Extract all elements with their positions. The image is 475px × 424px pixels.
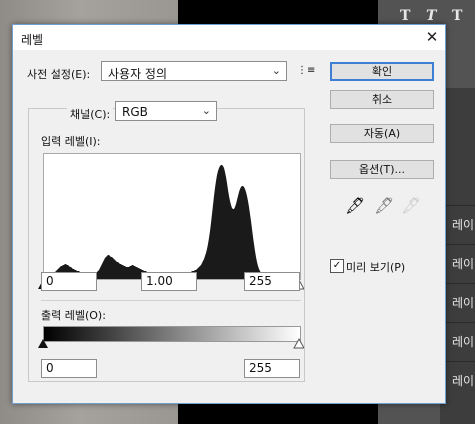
channel-label: 채널(C): [67, 106, 114, 122]
title-bar[interactable]: 레벨 ✕ [13, 25, 445, 50]
preview-label[interactable]: 미리 보기(P) [346, 259, 405, 275]
divider [41, 300, 301, 301]
ok-button[interactable]: 확인 [330, 62, 434, 81]
black-eyedropper-icon[interactable]: 🖋 [345, 196, 365, 215]
output-white-field[interactable]: 255 [244, 359, 300, 378]
options-button[interactable]: 옵션(T)... [330, 160, 434, 179]
preset-label: 사전 설정(E): [27, 68, 91, 81]
chevron-down-icon: ⌄ [201, 104, 211, 117]
text-tool-icon[interactable]: T [400, 8, 410, 24]
preset-value: 사용자 정의 [108, 67, 168, 81]
preset-select[interactable]: 사용자 정의 ⌄ [101, 61, 287, 81]
channel-select[interactable]: RGB ⌄ [115, 101, 217, 121]
input-white-field[interactable]: 255 [244, 272, 300, 291]
histogram-graph [44, 165, 305, 279]
output-slider-track [38, 338, 304, 349]
preview-checkbox[interactable]: ✓ [330, 259, 344, 273]
text-style-icon[interactable]: T [452, 8, 462, 24]
input-levels-label: 입력 레벨(I): [41, 135, 101, 148]
histogram [43, 153, 305, 280]
gray-eyedropper-icon[interactable]: 🖋 [374, 196, 394, 215]
chevron-down-icon: ⌄ [271, 64, 281, 77]
cancel-button[interactable]: 취소 [330, 90, 434, 109]
italic-text-icon[interactable]: T [426, 8, 436, 24]
preset-menu-icon[interactable]: ⋮≡ [297, 65, 315, 76]
input-black-field[interactable]: 0 [41, 272, 97, 291]
input-gamma-field[interactable]: 1.00 [141, 272, 197, 291]
close-icon[interactable]: ✕ [421, 26, 443, 48]
output-black-slider[interactable] [38, 339, 48, 348]
output-black-field[interactable]: 0 [41, 359, 97, 378]
dialog-title: 레벨 [21, 33, 44, 47]
output-levels-label: 출력 레벨(O): [41, 309, 106, 322]
output-white-slider[interactable] [293, 338, 304, 349]
white-eyedropper-icon[interactable]: 🖋 [401, 196, 421, 215]
levels-dialog: 레벨 ✕ 사전 설정(E): 사용자 정의 ⌄ ⋮≡ 채널(C): RGB ⌄ … [12, 24, 446, 404]
auto-button[interactable]: 자동(A) [330, 124, 434, 143]
histogram-shape [44, 165, 305, 279]
channel-value: RGB [122, 105, 148, 119]
